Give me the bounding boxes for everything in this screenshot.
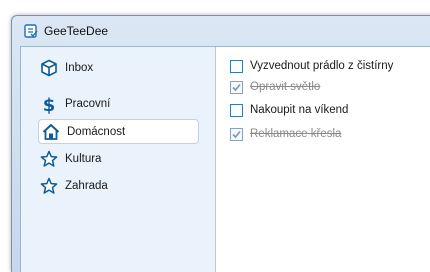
sidebar-item-inbox[interactable]: Inbox bbox=[39, 57, 197, 79]
checkmark-icon bbox=[232, 83, 241, 91]
sidebar-item-pracovni[interactable]: $ Pracovní bbox=[39, 93, 197, 115]
task-label: Reklamace křesla bbox=[250, 128, 342, 140]
svg-text:$: $ bbox=[43, 95, 56, 114]
sidebar-item-label: Pracovní bbox=[65, 98, 111, 110]
task-item[interactable]: Nakoupit na víkend bbox=[230, 101, 348, 119]
app-logo-icon bbox=[24, 24, 38, 38]
task-checkbox[interactable] bbox=[230, 127, 243, 141]
star-icon bbox=[39, 149, 59, 169]
sidebar-item-kultura[interactable]: Kultura bbox=[39, 148, 197, 170]
title-bar[interactable]: GeeTeeDee bbox=[12, 16, 430, 46]
sidebar-item-domacnost[interactable]: Domácnost bbox=[38, 119, 199, 144]
task-checkbox[interactable] bbox=[230, 59, 243, 73]
star-icon bbox=[39, 176, 59, 196]
task-item[interactable]: Reklamace křesla bbox=[230, 125, 341, 143]
task-label: Opravit světlo bbox=[250, 81, 321, 93]
dollar-icon: $ bbox=[39, 94, 59, 114]
window-title: GeeTeeDee bbox=[44, 24, 109, 38]
task-label: Nakoupit na víkend bbox=[250, 104, 349, 116]
client-area: Inbox $ Pracovní Domácnost Kultura Zahra… bbox=[20, 46, 430, 272]
sidebar-item-label: Domácnost bbox=[67, 125, 126, 138]
task-list: Vyzvednout prádlo z čistírny Opravit svě… bbox=[216, 47, 430, 272]
task-label: Vyzvednout prádlo z čistírny bbox=[250, 60, 394, 72]
checkmark-icon bbox=[232, 130, 241, 138]
sidebar-item-label: Inbox bbox=[65, 62, 94, 74]
sidebar: Inbox $ Pracovní Domácnost Kultura Zahra… bbox=[21, 47, 216, 272]
app-window: GeeTeeDee Inbox $ Pracovní Domácnost Kul… bbox=[11, 15, 430, 272]
task-checkbox[interactable] bbox=[230, 80, 243, 94]
task-item[interactable]: Vyzvednout prádlo z čistírny bbox=[230, 57, 393, 75]
sidebar-item-label: Zahrada bbox=[65, 180, 108, 192]
task-item[interactable]: Opravit světlo bbox=[230, 78, 320, 96]
home-icon bbox=[41, 122, 61, 142]
task-checkbox[interactable] bbox=[230, 103, 243, 117]
cube-icon bbox=[39, 58, 59, 78]
sidebar-item-label: Kultura bbox=[65, 153, 102, 165]
sidebar-item-zahrada[interactable]: Zahrada bbox=[39, 175, 197, 197]
